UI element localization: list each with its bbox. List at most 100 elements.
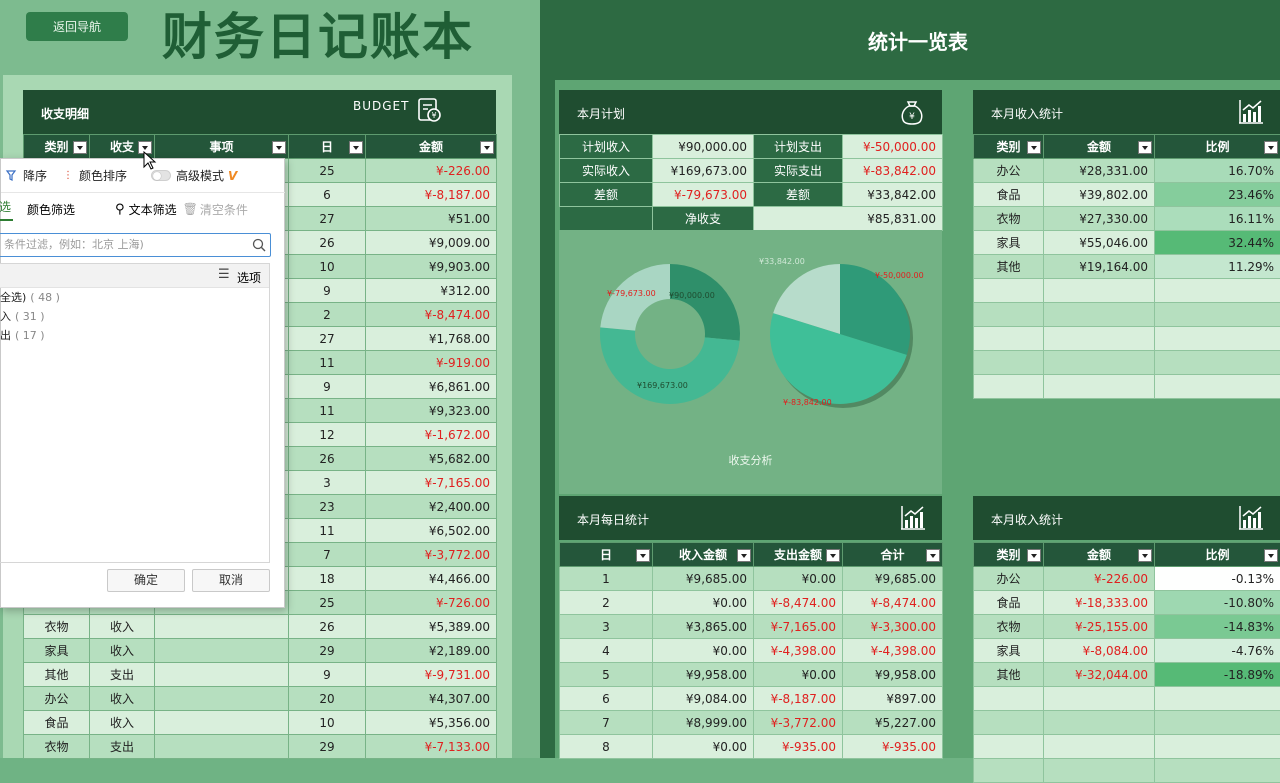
table-cell[interactable]: ¥4,307.00 <box>366 687 497 711</box>
table-cell[interactable] <box>155 663 289 687</box>
empty-cell[interactable] <box>1155 687 1280 711</box>
table-cell[interactable]: ¥1,768.00 <box>366 327 497 351</box>
table-cell[interactable]: ¥-8,187.00 <box>754 687 843 711</box>
empty-cell[interactable] <box>1044 759 1155 783</box>
table-cell[interactable]: 衣物 <box>24 735 90 759</box>
options-button[interactable]: 选项 <box>237 269 261 286</box>
table-cell[interactable]: ¥-18,333.00 <box>1044 591 1155 615</box>
table-cell[interactable]: ¥-83,842.00 <box>843 159 943 183</box>
table-cell[interactable]: 其他 <box>974 255 1044 279</box>
empty-cell[interactable] <box>1044 303 1155 327</box>
table-cell[interactable] <box>155 711 289 735</box>
table-cell[interactable]: ¥312.00 <box>366 279 497 303</box>
table-cell[interactable]: 办公 <box>974 567 1044 591</box>
table-cell[interactable]: ¥-79,673.00 <box>653 183 754 207</box>
table-cell[interactable]: 计划收入 <box>560 135 653 159</box>
empty-cell[interactable] <box>1044 735 1155 759</box>
search-icon[interactable] <box>252 238 266 252</box>
filter-search-input[interactable]: 条件过滤，例如：北京 上海) <box>0 233 271 257</box>
table-cell[interactable]: 食品 <box>24 711 90 735</box>
table-cell[interactable]: ¥-25,155.00 <box>1044 615 1155 639</box>
table-cell[interactable] <box>155 639 289 663</box>
table-cell[interactable]: 收入 <box>90 711 155 735</box>
table-cell[interactable]: 3 <box>289 471 366 495</box>
empty-cell[interactable] <box>1044 327 1155 351</box>
table-cell[interactable]: 5 <box>560 663 653 687</box>
table-cell[interactable]: ¥-3,772.00 <box>366 543 497 567</box>
table-cell[interactable]: ¥51.00 <box>366 207 497 231</box>
table-cell[interactable]: 16.11% <box>1155 207 1280 231</box>
filter-dropdown-icon[interactable] <box>737 549 751 562</box>
table-cell[interactable]: ¥897.00 <box>843 687 943 711</box>
table-cell[interactable]: 差额 <box>754 183 843 207</box>
empty-cell[interactable] <box>974 327 1044 351</box>
table-cell[interactable]: ¥-1,672.00 <box>366 423 497 447</box>
table-cell[interactable]: ¥5,682.00 <box>366 447 497 471</box>
table-cell[interactable]: ¥-8,474.00 <box>754 591 843 615</box>
filter-dropdown-icon[interactable] <box>1027 549 1041 562</box>
table-cell[interactable]: ¥85,831.00 <box>754 207 943 231</box>
empty-cell[interactable] <box>1044 687 1155 711</box>
table-cell[interactable]: 9 <box>289 375 366 399</box>
empty-cell[interactable] <box>1044 351 1155 375</box>
empty-cell[interactable] <box>974 735 1044 759</box>
empty-cell[interactable] <box>974 375 1044 399</box>
table-cell[interactable]: 实际收入 <box>560 159 653 183</box>
table-cell[interactable]: 收入 <box>90 615 155 639</box>
table-cell[interactable]: ¥8,999.00 <box>653 711 754 735</box>
table-cell[interactable]: ¥39,802.00 <box>1044 183 1155 207</box>
table-cell[interactable]: 6 <box>560 687 653 711</box>
table-cell[interactable]: ¥27,330.00 <box>1044 207 1155 231</box>
filter-dropdown-icon[interactable] <box>826 549 840 562</box>
table-cell[interactable]: ¥6,502.00 <box>366 519 497 543</box>
table-cell[interactable]: ¥9,084.00 <box>653 687 754 711</box>
table-cell[interactable]: -18.89% <box>1155 663 1280 687</box>
empty-cell[interactable] <box>1155 327 1280 351</box>
table-cell[interactable]: ¥3,865.00 <box>653 615 754 639</box>
table-cell[interactable]: ¥-226.00 <box>366 159 497 183</box>
table-cell[interactable]: ¥-4,398.00 <box>754 639 843 663</box>
table-cell[interactable]: ¥9,685.00 <box>653 567 754 591</box>
table-cell[interactable]: ¥9,958.00 <box>843 663 943 687</box>
empty-cell[interactable] <box>1155 735 1280 759</box>
table-cell[interactable]: ¥-726.00 <box>366 591 497 615</box>
filter-dropdown-icon[interactable] <box>73 141 87 154</box>
table-cell[interactable]: 净收支 <box>653 207 754 231</box>
empty-cell[interactable] <box>1044 279 1155 303</box>
table-cell[interactable]: 差额 <box>560 183 653 207</box>
pie-slice[interactable] <box>600 327 740 404</box>
empty-cell[interactable] <box>1155 279 1280 303</box>
table-cell[interactable]: -0.13% <box>1155 567 1280 591</box>
table-cell[interactable]: 16.70% <box>1155 159 1280 183</box>
table-cell[interactable]: 29 <box>289 639 366 663</box>
empty-cell[interactable] <box>974 351 1044 375</box>
table-cell[interactable]: ¥-8,084.00 <box>1044 639 1155 663</box>
table-cell[interactable]: ¥-935.00 <box>843 735 943 759</box>
table-cell[interactable]: ¥-4,398.00 <box>843 639 943 663</box>
table-cell[interactable]: 3 <box>560 615 653 639</box>
empty-cell[interactable] <box>1155 711 1280 735</box>
table-cell[interactable]: ¥-7,165.00 <box>366 471 497 495</box>
table-cell[interactable]: 衣物 <box>974 615 1044 639</box>
color-filter-tab[interactable]: 颜色筛选 <box>27 201 75 218</box>
table-cell[interactable]: ¥28,331.00 <box>1044 159 1155 183</box>
empty-cell[interactable] <box>974 303 1044 327</box>
table-cell[interactable]: 收入 <box>90 687 155 711</box>
table-cell[interactable]: 实际支出 <box>754 159 843 183</box>
table-cell[interactable]: ¥-935.00 <box>754 735 843 759</box>
filter-dropdown-icon[interactable] <box>1027 141 1041 154</box>
filter-list-item[interactable]: 入( 31 ) <box>0 307 269 326</box>
pie-slice[interactable] <box>670 264 740 341</box>
table-cell[interactable]: 办公 <box>24 687 90 711</box>
table-cell[interactable]: ¥-3,772.00 <box>754 711 843 735</box>
table-cell[interactable]: 7 <box>560 711 653 735</box>
content-filter-tab[interactable]: 选 <box>0 198 13 221</box>
table-cell[interactable]: ¥5,356.00 <box>366 711 497 735</box>
table-cell[interactable]: 26 <box>289 447 366 471</box>
advanced-toggle[interactable] <box>151 170 171 181</box>
table-cell[interactable]: 26 <box>289 231 366 255</box>
table-cell[interactable] <box>155 687 289 711</box>
sort-desc-button[interactable]: 降序 <box>23 167 47 184</box>
table-cell[interactable]: ¥9,685.00 <box>843 567 943 591</box>
table-cell[interactable]: ¥-32,044.00 <box>1044 663 1155 687</box>
